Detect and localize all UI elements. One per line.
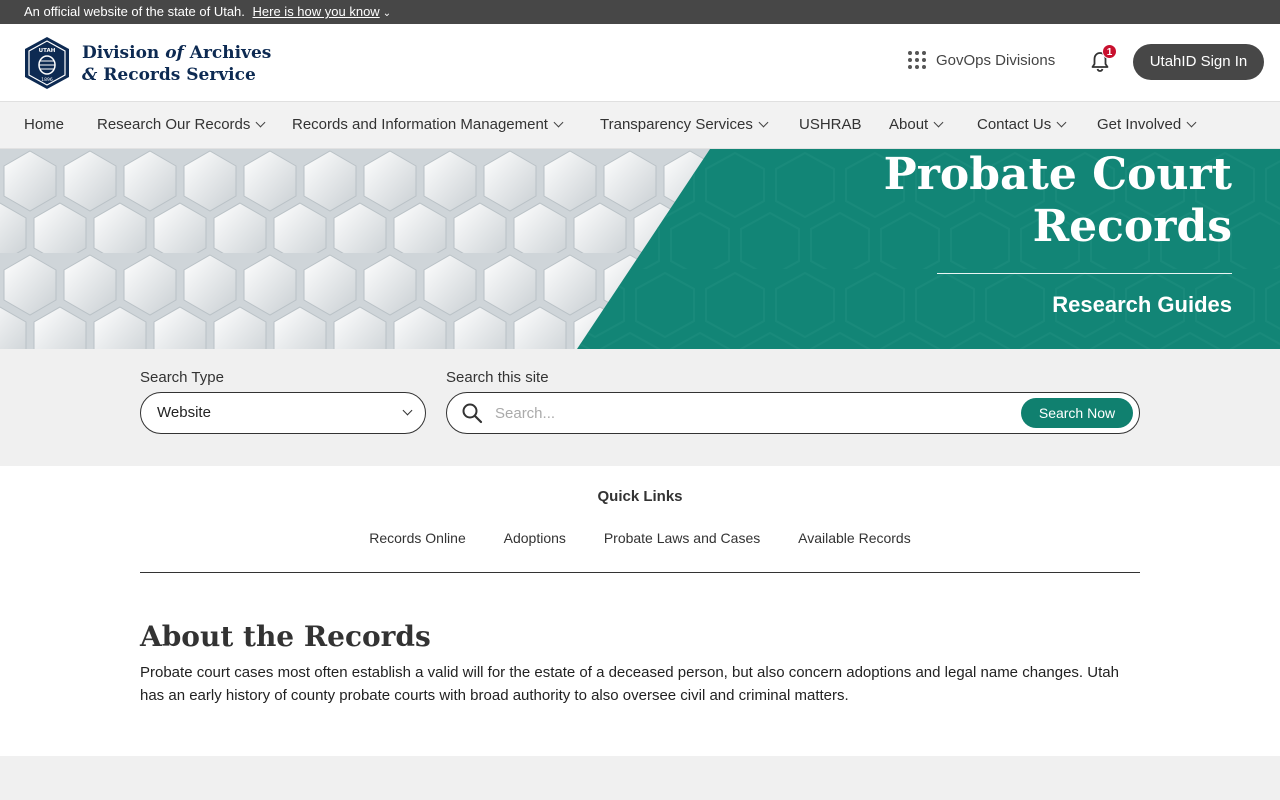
main-navigation: Home Research Our Records Records and In… <box>0 102 1280 149</box>
chevron-down-icon <box>1056 117 1067 128</box>
official-website-banner: An official website of the state of Utah… <box>0 0 1280 24</box>
svg-text:UTAH: UTAH <box>39 48 56 54</box>
utah-seal-logo-icon[interactable]: UTAH 1896 <box>24 36 70 90</box>
quick-links-list: Records Online Adoptions Probate Laws an… <box>0 530 1280 546</box>
search-input[interactable] <box>495 399 1015 427</box>
search-site-label: Search this site <box>446 369 549 386</box>
how-you-know-link[interactable]: Here is how you know ⌄ <box>253 4 392 19</box>
search-section: Search Type Website Search this site Sea… <box>0 349 1280 466</box>
quick-link-probate-laws-and-cases[interactable]: Probate Laws and Cases <box>604 530 760 546</box>
chevron-down-icon: ⌄ <box>382 8 392 19</box>
quick-link-available-records[interactable]: Available Records <box>798 530 911 546</box>
nav-item-get-involved[interactable]: Get Involved <box>1097 102 1197 149</box>
nav-item-transparency-services[interactable]: Transparency Services <box>600 102 769 149</box>
govops-divisions-button[interactable]: GovOps Divisions <box>908 51 1055 69</box>
nav-item-records-information-management[interactable]: Records and Information Management <box>292 102 564 149</box>
site-search-box: Search Now <box>446 392 1140 434</box>
about-records-body: Probate court cases most often establish… <box>140 664 1119 704</box>
utahid-sign-in-button[interactable]: UtahID Sign In <box>1133 44 1264 80</box>
hero-banner: Probate Court Records Research Guides <box>0 149 1280 349</box>
footer-band <box>0 756 1280 800</box>
division-logo-text[interactable]: Division of Archives & Records Service <box>82 42 271 86</box>
site-header: UTAH 1896 Division of Archives & Records… <box>0 24 1280 102</box>
govops-divisions-label: GovOps Divisions <box>936 51 1056 69</box>
notification-count-badge: 1 <box>1102 44 1117 59</box>
nav-item-home[interactable]: Home <box>24 102 64 149</box>
search-type-label: Search Type <box>140 369 224 386</box>
quick-links-divider <box>140 572 1140 573</box>
page-title: Probate Court Records <box>883 149 1232 252</box>
quick-link-adoptions[interactable]: Adoptions <box>504 530 566 546</box>
nav-item-contact-us[interactable]: Contact Us <box>977 102 1067 149</box>
search-now-button[interactable]: Search Now <box>1021 398 1133 428</box>
hero-divider <box>937 273 1232 274</box>
search-type-select[interactable]: Website <box>140 392 426 434</box>
quick-link-records-online[interactable]: Records Online <box>369 530 466 546</box>
search-type-value: Website <box>157 404 211 421</box>
about-records-heading: About the Records <box>140 620 431 653</box>
chevron-down-icon <box>255 117 266 128</box>
nav-item-ushrab[interactable]: USHRAB <box>799 102 862 149</box>
chevron-down-icon <box>402 405 413 416</box>
hero-subtitle: Research Guides <box>1052 292 1232 317</box>
svg-text:1896: 1896 <box>41 77 53 83</box>
chevron-down-icon <box>933 117 944 128</box>
grid-icon <box>908 51 926 69</box>
chevron-down-icon <box>758 117 769 128</box>
nav-item-research-our-records[interactable]: Research Our Records <box>97 102 266 149</box>
nav-item-about[interactable]: About <box>889 102 944 149</box>
official-banner-text: An official website of the state of Utah… <box>24 4 245 19</box>
chevron-down-icon <box>1186 117 1197 128</box>
quick-links-title: Quick Links <box>597 488 683 505</box>
chevron-down-icon <box>553 117 564 128</box>
search-icon <box>462 403 483 424</box>
